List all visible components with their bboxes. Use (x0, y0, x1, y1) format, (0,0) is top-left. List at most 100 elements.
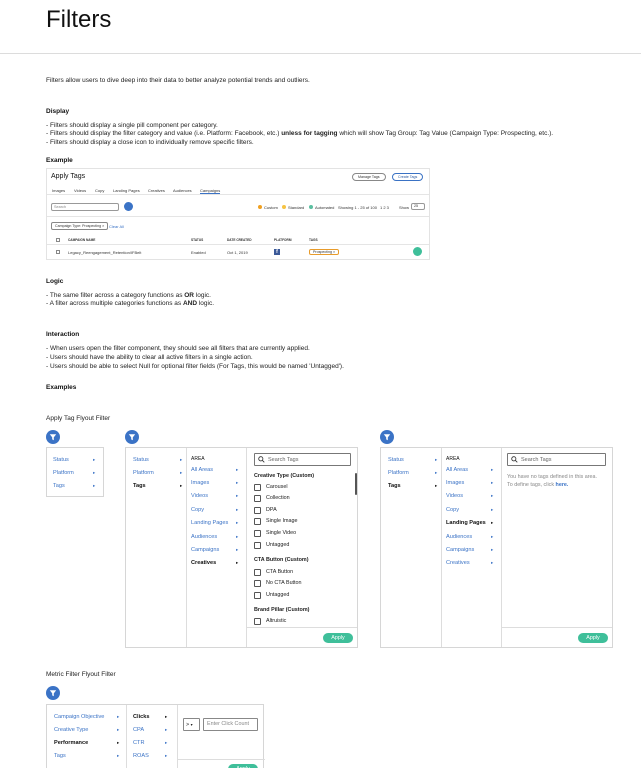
column-divider (441, 448, 442, 647)
checkbox[interactable] (254, 569, 261, 576)
tab-landing-pages[interactable]: Landing Pages (113, 188, 140, 193)
menu-tags[interactable]: Tags (53, 483, 65, 489)
col-campaign-name[interactable]: CAMPAIGN NAME (68, 238, 95, 242)
menu-platform[interactable]: Platform (388, 470, 409, 476)
menu-campaign-objective[interactable]: Campaign Objective (54, 714, 104, 720)
active-filter-pill[interactable]: Campaign Type: Prospecting × (51, 222, 109, 230)
checkbox[interactable] (254, 618, 261, 625)
option-collection[interactable]: Collection (266, 495, 290, 501)
area-campaigns[interactable]: Campaigns (191, 547, 219, 553)
menu-tags-selected[interactable]: Tags (388, 483, 401, 489)
create-tags-button[interactable]: Create Tags (392, 173, 424, 181)
area-campaigns[interactable]: Campaigns (446, 547, 474, 553)
option-single-image[interactable]: Single Image (266, 518, 297, 524)
clear-all-link[interactable]: Clear All (109, 224, 124, 229)
col-date-created[interactable]: DATE CREATED (227, 238, 252, 242)
pager[interactable]: 1 2 3 (380, 205, 389, 210)
search-tags-input[interactable]: Search Tags (254, 453, 351, 466)
checkbox[interactable] (254, 507, 261, 514)
option-untagged[interactable]: Untagged (266, 592, 289, 598)
operator-select[interactable]: > ▾ (183, 718, 200, 731)
col-status[interactable]: STATUS (191, 238, 203, 242)
area-copy[interactable]: Copy (191, 507, 204, 513)
chevron-right-icon: ▸ (93, 470, 96, 475)
area-all-areas[interactable]: All Areas (446, 467, 468, 473)
chevron-right-icon: ▸ (491, 467, 494, 472)
menu-performance-selected[interactable]: Performance (54, 740, 88, 746)
close-icon[interactable]: × (102, 224, 104, 228)
filter-funnel-icon[interactable] (380, 430, 394, 444)
col-platform[interactable]: PLATFORM (274, 238, 291, 242)
checkbox[interactable] (254, 592, 261, 599)
area-landing-pages-selected[interactable]: Landing Pages (446, 520, 486, 526)
apply-button[interactable]: Apply (323, 633, 353, 643)
scrollbar[interactable] (355, 473, 357, 495)
option-untagged[interactable]: Untagged (266, 542, 289, 548)
option-single-video[interactable]: Single Video (266, 530, 296, 536)
row-checkbox[interactable] (56, 250, 60, 254)
checkbox[interactable] (254, 580, 261, 587)
area-audiences[interactable]: Audiences (191, 534, 217, 540)
option-dpa[interactable]: DPA (266, 507, 277, 513)
menu-tags[interactable]: Tags (54, 753, 66, 759)
menu-platform[interactable]: Platform (133, 470, 154, 476)
tab-creatives[interactable]: Creatives (148, 188, 165, 193)
search-tags-input[interactable]: Search Tags (507, 453, 606, 466)
checkbox[interactable] (254, 495, 261, 502)
filter-funnel-icon[interactable] (46, 430, 60, 444)
checkbox[interactable] (254, 518, 261, 525)
define-tags-link[interactable]: here. (556, 482, 569, 488)
menu-status[interactable]: Status (133, 457, 149, 463)
area-landing-pages[interactable]: Landing Pages (191, 520, 228, 526)
chevron-right-icon: ▸ (117, 753, 120, 758)
metric-ctr[interactable]: CTR (133, 740, 145, 746)
metric-clicks-selected[interactable]: Clicks (133, 714, 149, 720)
tab-videos[interactable]: Videos (74, 188, 86, 193)
show-select[interactable]: 25 (411, 203, 425, 210)
area-videos[interactable]: Videos (446, 493, 463, 499)
metric-roas[interactable]: ROAS (133, 753, 149, 759)
apply-button[interactable]: Apply (578, 633, 608, 643)
chevron-right-icon: ▸ (117, 714, 120, 719)
menu-platform[interactable]: Platform (53, 470, 74, 476)
manage-tags-button[interactable]: Manage Tags (352, 173, 386, 181)
filter-funnel-icon[interactable] (46, 686, 60, 700)
area-copy[interactable]: Copy (446, 507, 459, 513)
area-audiences[interactable]: Audiences (446, 534, 472, 540)
area-images[interactable]: Images (446, 480, 464, 486)
chevron-right-icon: ▸ (491, 520, 494, 525)
checkbox[interactable] (254, 542, 261, 549)
interaction-line-3: - Users should be able to select Null fo… (46, 363, 344, 370)
tab-audiences[interactable]: Audiences (173, 188, 192, 193)
chevron-right-icon: ▸ (491, 507, 494, 512)
area-all-areas[interactable]: All Areas (191, 467, 213, 473)
area-images[interactable]: Images (191, 480, 209, 486)
checkbox[interactable] (254, 530, 261, 537)
menu-creative-type[interactable]: Creative Type (54, 727, 88, 733)
row-campaign-name: Legacy_Reengagement_Retention/IFBelt (68, 250, 142, 255)
area-videos[interactable]: Videos (191, 493, 208, 499)
checkbox[interactable] (254, 484, 261, 491)
tab-copy[interactable]: Copy (95, 188, 104, 193)
header-divider (0, 53, 641, 54)
tab-images[interactable]: Images (52, 188, 65, 193)
col-tags[interactable]: TAGS (309, 238, 318, 242)
footer-divider (501, 627, 612, 628)
option-altruistic[interactable]: Altruistic (266, 618, 286, 624)
search-input[interactable]: Search (51, 203, 119, 211)
menu-tags-selected[interactable]: Tags (133, 483, 146, 489)
add-tag-button[interactable] (413, 247, 422, 256)
click-count-input[interactable]: Enter Click Count (203, 718, 258, 731)
option-carousel[interactable]: Carousel (266, 484, 288, 490)
filter-funnel-icon[interactable] (125, 430, 139, 444)
option-no-cta-button[interactable]: No CTA Button (266, 580, 302, 586)
area-creatives[interactable]: Creatives (446, 560, 470, 566)
filter-funnel-icon[interactable] (124, 202, 133, 211)
menu-status[interactable]: Status (388, 457, 404, 463)
menu-status[interactable]: Status (53, 457, 69, 463)
metric-cpa[interactable]: CPA (133, 727, 144, 733)
select-all-checkbox[interactable] (56, 238, 60, 242)
area-creatives-selected[interactable]: Creatives (191, 560, 216, 566)
option-cta-button[interactable]: CTA Button (266, 569, 293, 575)
apply-button[interactable]: Apply (228, 764, 258, 768)
